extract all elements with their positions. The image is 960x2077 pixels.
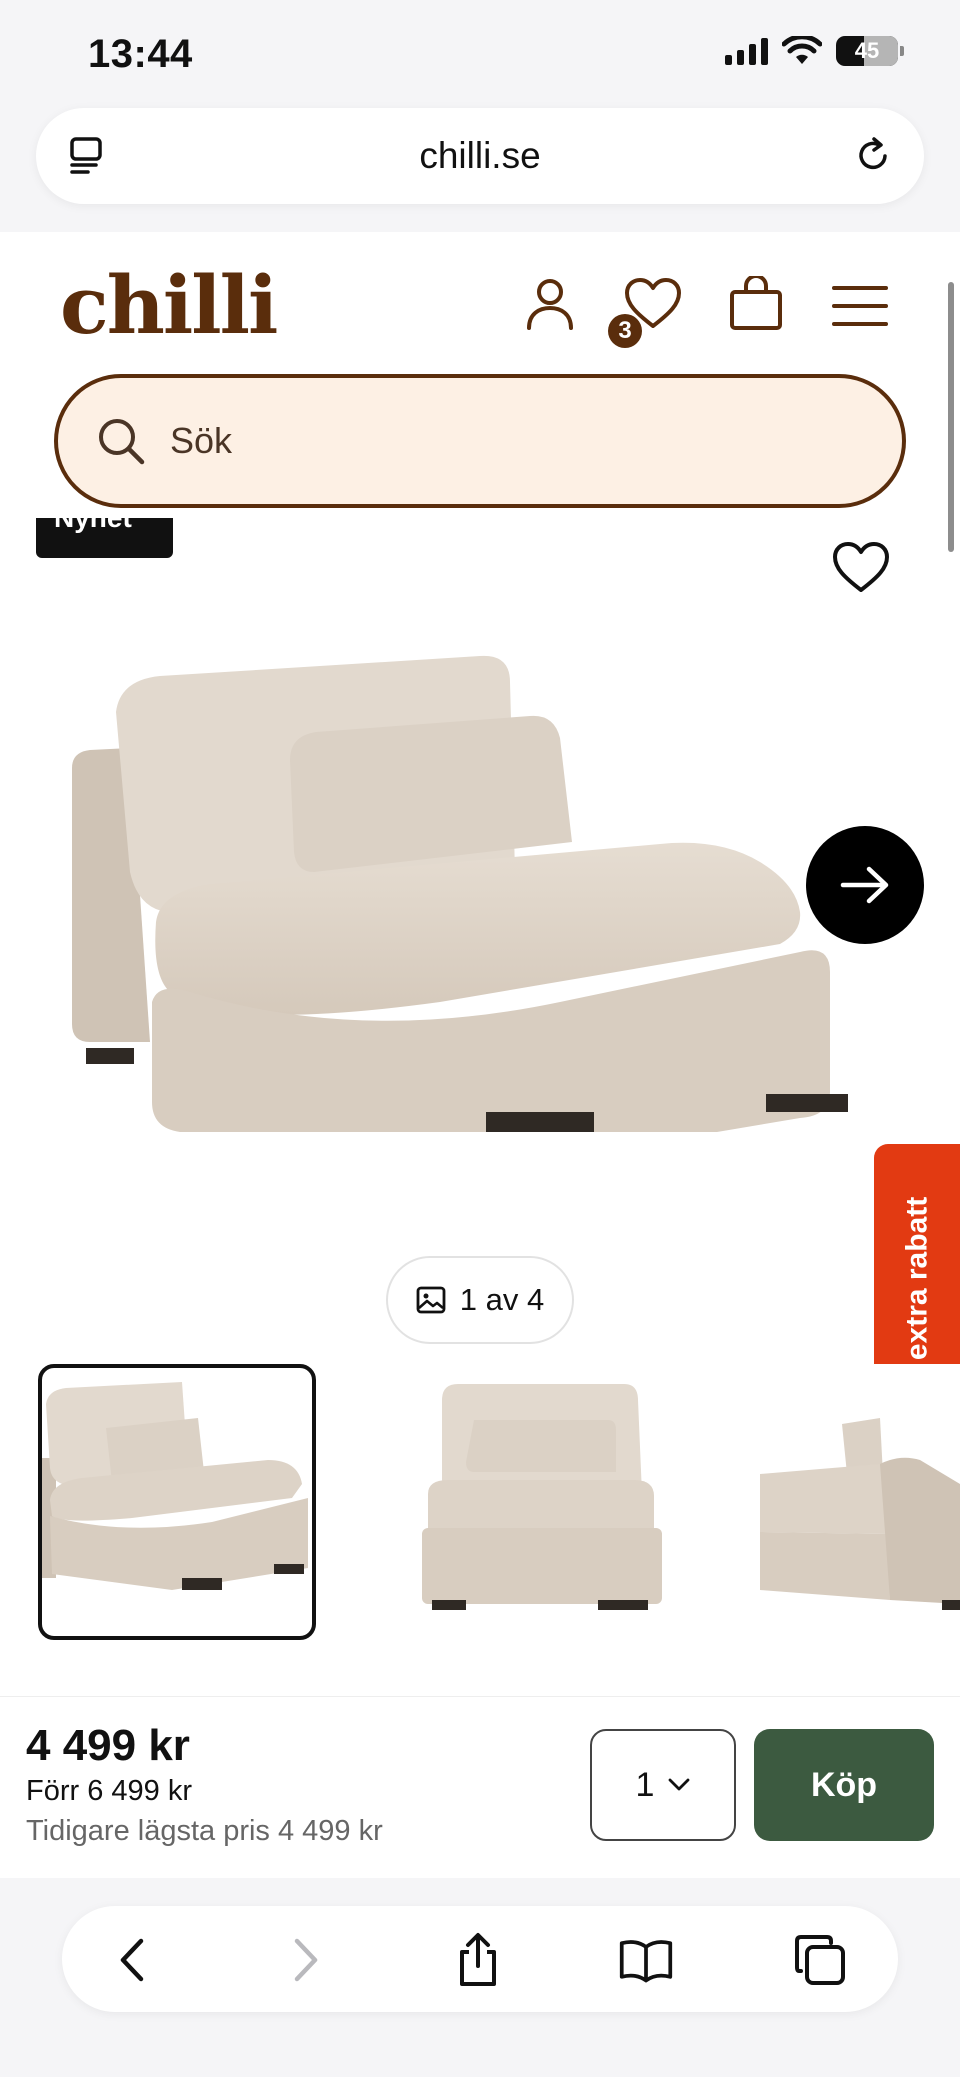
new-badge: Nyhet — [36, 518, 173, 558]
menu-icon[interactable] — [832, 284, 888, 328]
reload-icon[interactable] — [852, 134, 894, 176]
thumbnail-3[interactable] — [760, 1364, 960, 1640]
thumbnail-2[interactable] — [398, 1364, 682, 1640]
scroll-indicator[interactable] — [948, 282, 954, 552]
image-counter: 1 av 4 — [386, 1256, 574, 1344]
share-icon — [460, 1933, 496, 1986]
bookmarks-icon — [619, 1940, 673, 1983]
product-image[interactable] — [60, 572, 900, 1132]
url-domain[interactable]: chilli.se — [419, 135, 540, 177]
before-price: Förr 6 499 kr — [26, 1775, 192, 1807]
battery-icon: 45 — [836, 36, 904, 66]
back-button[interactable] — [104, 1932, 160, 1988]
battery-level: 45 — [854, 38, 880, 63]
bag-icon[interactable] — [728, 276, 784, 332]
chevron-down-icon — [669, 1778, 690, 1791]
share-button[interactable] — [450, 1932, 506, 1988]
user-icon[interactable] — [524, 276, 576, 332]
buy-button[interactable]: Köp — [754, 1729, 934, 1841]
lowest-price: Tidigare lägsta pris 4 499 kr — [26, 1815, 383, 1847]
web-page: chilli 3 Sök Nyhet — [0, 232, 960, 1696]
status-time: 13:44 — [88, 32, 193, 76]
tabs-icon — [795, 1935, 845, 1985]
site-logo[interactable]: chilli — [60, 258, 278, 352]
search-placeholder: Sök — [170, 420, 233, 461]
image-icon — [416, 1286, 446, 1314]
tabs-button[interactable] — [792, 1932, 848, 1988]
next-image-button[interactable] — [806, 826, 924, 944]
status-icons: 45 — [725, 36, 904, 66]
forward-button[interactable] — [278, 1932, 334, 1988]
quantity-select[interactable]: 1 — [590, 1729, 736, 1841]
bookmarks-button[interactable] — [618, 1932, 674, 1988]
search-input[interactable]: Sök — [54, 374, 906, 508]
thumbnail-1[interactable] — [38, 1364, 316, 1640]
wifi-icon — [782, 36, 822, 64]
address-bar[interactable]: chilli.se — [36, 108, 924, 204]
back-icon — [120, 1938, 144, 1982]
reader-icon[interactable] — [66, 134, 108, 176]
price: 4 499 kr — [26, 1721, 190, 1770]
image-counter-label: 1 av 4 — [459, 1282, 545, 1317]
status-bar: 13:44 45 — [0, 0, 960, 104]
wishlist-count-badge: 3 — [608, 314, 642, 348]
search-icon — [99, 419, 145, 465]
arrow-right-icon — [840, 866, 889, 904]
browser-toolbar — [62, 1906, 898, 2012]
quantity-value: 1 — [635, 1765, 655, 1804]
buy-bar: 4 499 kr Förr 6 499 kr Tidigare lägsta p… — [0, 1696, 960, 1878]
signal-icon — [725, 37, 768, 65]
thumbnail-strip — [0, 1364, 960, 1644]
forward-icon — [294, 1938, 318, 1982]
site-header: chilli 3 — [0, 232, 960, 372]
